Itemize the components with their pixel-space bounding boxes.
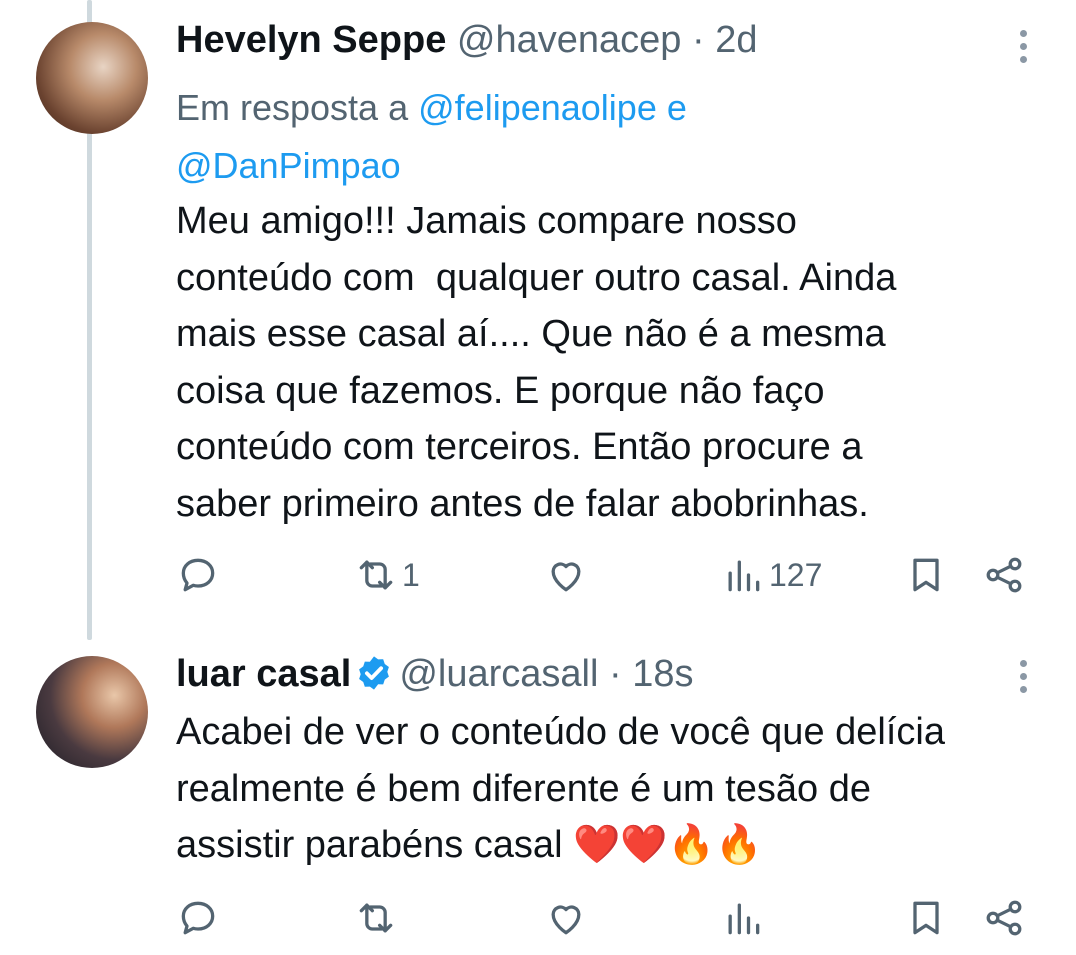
views-count: 127 xyxy=(769,556,823,593)
more-icon[interactable] xyxy=(1018,660,1028,693)
reply-conjunction: e xyxy=(666,87,687,128)
timestamp[interactable]: 2d xyxy=(715,19,757,61)
author-handle[interactable]: @luarcasall xyxy=(399,653,598,695)
retweet-icon xyxy=(359,903,393,933)
like-icon xyxy=(551,905,581,935)
author-handle[interactable]: @havenacep xyxy=(457,19,682,61)
share-icon xyxy=(986,557,1022,593)
views-button[interactable]: 127 xyxy=(721,550,822,600)
timestamp[interactable]: 18s xyxy=(632,653,693,695)
bookmark-icon xyxy=(913,558,939,592)
share-button[interactable] xyxy=(982,893,1026,943)
like-icon xyxy=(551,562,581,592)
reply-icon xyxy=(181,558,215,592)
views-button[interactable] xyxy=(721,893,765,943)
retweet-icon xyxy=(359,560,393,590)
reply-prefix: Em resposta a xyxy=(176,87,409,128)
share-button[interactable] xyxy=(982,550,1026,600)
retweet-button[interactable]: 1 xyxy=(354,550,420,600)
bookmark-button[interactable] xyxy=(904,893,948,943)
tweet-text: Acabei de ver o conteúdo de você que del… xyxy=(176,711,945,866)
avatar[interactable] xyxy=(36,22,148,134)
retweet-button[interactable] xyxy=(354,893,398,943)
like-button[interactable] xyxy=(544,550,588,600)
avatar[interactable] xyxy=(36,656,148,768)
reply-button[interactable] xyxy=(176,893,220,943)
separator: · xyxy=(609,653,622,695)
author-name[interactable]: Hevelyn Seppe xyxy=(176,19,446,61)
bookmark-button[interactable] xyxy=(904,550,948,600)
mention-link[interactable]: @felipenaolipe xyxy=(418,87,657,128)
reply-button[interactable] xyxy=(176,550,220,600)
author-name[interactable]: luar casal xyxy=(176,653,351,695)
more-icon[interactable] xyxy=(1018,30,1028,63)
tweet-header: Hevelyn Seppe @havenacep · 2d xyxy=(176,18,757,62)
like-button[interactable] xyxy=(544,893,588,943)
share-icon xyxy=(986,900,1022,936)
views-icon xyxy=(728,560,760,592)
verified-icon xyxy=(359,656,390,690)
separator: · xyxy=(691,19,705,61)
tweet-header: luar casal @luarcasall · 18s xyxy=(176,652,694,698)
views-icon xyxy=(728,903,760,935)
reply-context: Em resposta a @felipenaolipe e @DanPimpa… xyxy=(176,79,996,195)
reply-icon xyxy=(181,901,215,935)
retweet-count: 1 xyxy=(402,556,420,593)
mention-link[interactable]: @DanPimpao xyxy=(176,145,401,186)
bookmark-icon xyxy=(913,901,939,935)
action-bar: 1 127 xyxy=(176,550,1036,600)
action-bar xyxy=(176,893,1036,943)
tweet-text: Meu amigo!!! Jamais compare nosso conteú… xyxy=(176,200,897,525)
